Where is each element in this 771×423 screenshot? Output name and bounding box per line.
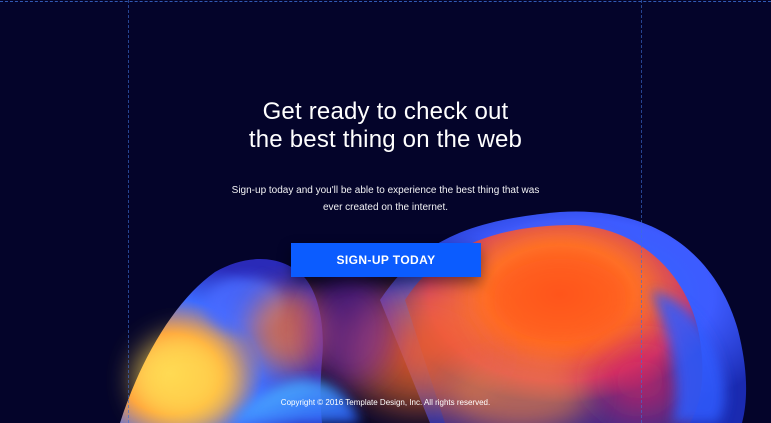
hero-headline: Get ready to check out the best thing on… bbox=[0, 98, 771, 154]
hero-section: Get ready to check out the best thing on… bbox=[0, 0, 771, 423]
hero-headline-line2: the best thing on the web bbox=[248, 126, 523, 153]
hero-subtext-line1: Sign-up today and you'll be able to expe… bbox=[231, 185, 540, 196]
hero-headline-line1: Get ready to check out bbox=[262, 98, 509, 125]
hero-subtext: Sign-up today and you'll be able to expe… bbox=[0, 182, 771, 216]
layout-guide-top bbox=[0, 1, 771, 2]
footer-copyright: Copyright © 2016 Template Design, Inc. A… bbox=[280, 398, 491, 407]
signup-button[interactable]: SIGN-UP TODAY bbox=[291, 243, 481, 277]
hero-subtext-line2: ever created on the internet. bbox=[322, 202, 449, 213]
